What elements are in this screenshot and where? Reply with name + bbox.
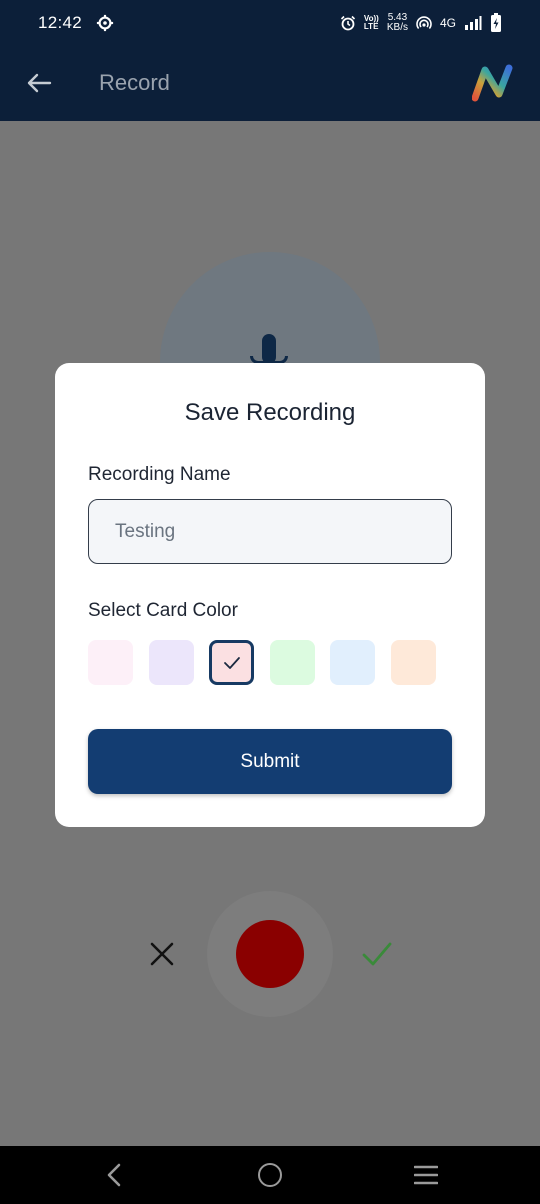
app-bar: Record: [0, 46, 540, 121]
nav-back-icon[interactable]: [104, 1163, 124, 1187]
color-swatch[interactable]: [209, 640, 254, 685]
network-type: 4G: [439, 16, 456, 30]
nav-recents-icon[interactable]: [414, 1165, 438, 1185]
select-card-color-label: Select Card Color: [88, 600, 238, 621]
status-time: 12:42: [38, 13, 83, 32]
settings-icon: [96, 14, 114, 32]
alarm-icon: [340, 15, 355, 31]
hotspot-icon: [416, 16, 432, 30]
color-swatch[interactable]: [88, 640, 133, 685]
check-icon: [223, 656, 240, 669]
recording-name-input[interactable]: [88, 499, 452, 564]
color-swatch-group: [88, 640, 452, 685]
check-icon[interactable]: [361, 940, 393, 968]
network-speed: 5.43 KB/s: [387, 13, 408, 33]
color-swatch[interactable]: [391, 640, 436, 685]
dialog-title: Save Recording: [184, 399, 356, 426]
battery-charging-icon: [491, 13, 501, 32]
color-swatch[interactable]: [270, 640, 315, 685]
speed-unit: KB/s: [386, 22, 408, 33]
page-title: Record: [99, 70, 170, 95]
submit-button[interactable]: Submit: [88, 729, 452, 794]
brand-logo: [472, 64, 513, 102]
close-icon[interactable]: [149, 941, 175, 967]
status-icons: Vo)) LTE 5.43 KB/s 4G: [340, 13, 502, 33]
nav-home-icon[interactable]: [258, 1163, 282, 1187]
record-button[interactable]: [236, 920, 304, 988]
back-arrow-icon[interactable]: [24, 68, 54, 98]
signal-icon: [465, 16, 482, 30]
volte-bottom: LTE: [363, 22, 379, 31]
save-recording-dialog: Save Recording Recording Name Select Car…: [55, 363, 485, 827]
status-bar: 12:42 Vo)) LTE 5.43 KB/s 4G: [0, 0, 540, 46]
volte-indicator: Vo)) LTE: [364, 15, 379, 31]
color-swatch[interactable]: [149, 640, 194, 685]
color-swatch[interactable]: [330, 640, 375, 685]
recording-name-label: Recording Name: [88, 464, 231, 485]
